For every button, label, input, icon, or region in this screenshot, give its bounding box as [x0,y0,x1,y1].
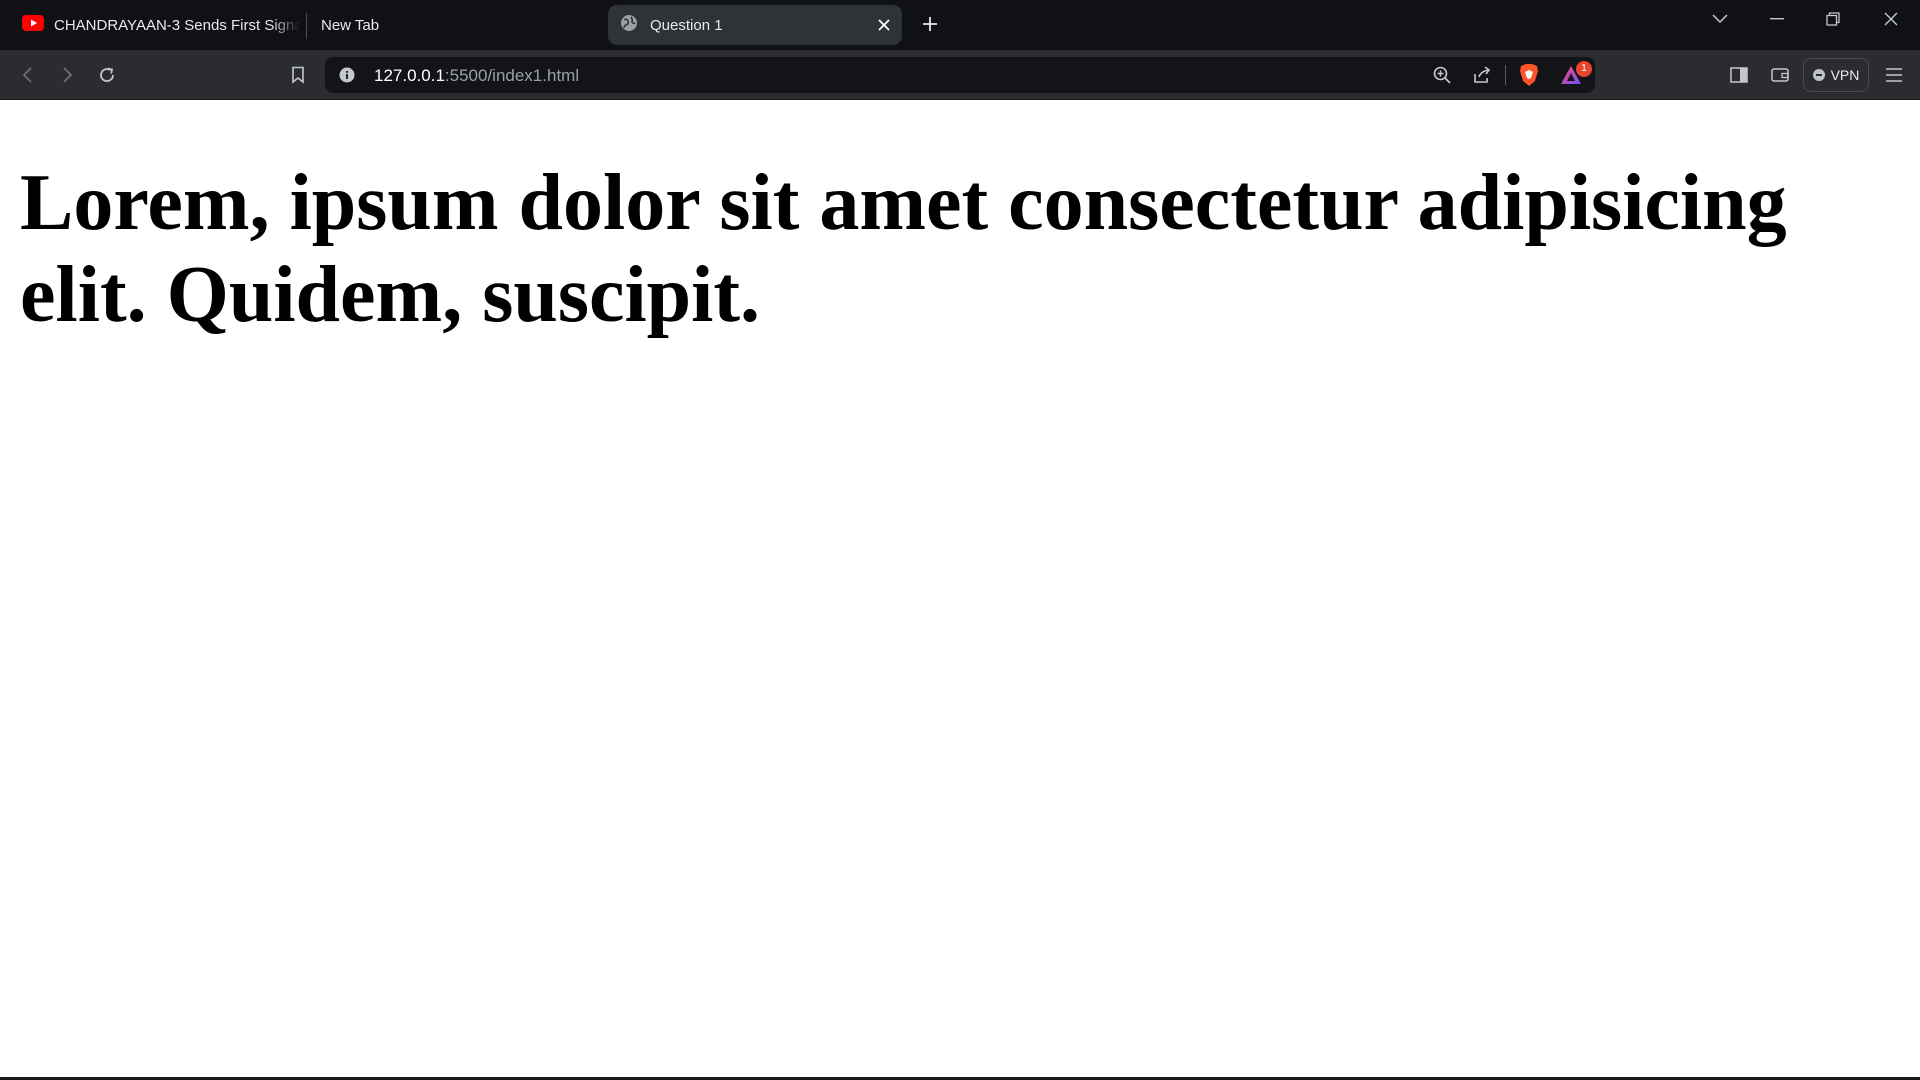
tab-search-button[interactable] [1700,6,1740,32]
close-icon [1884,12,1898,26]
sidebar-icon [1730,67,1748,83]
restore-button[interactable] [1813,6,1853,32]
page-heading: Lorem, ipsum dolor sit amet consectetur … [20,159,1787,339]
sidebar-toggle-button[interactable] [1727,63,1751,87]
notification-badge: 1 [1576,61,1592,77]
globe-icon [620,14,638,36]
vpn-label: VPN [1830,67,1860,83]
plus-icon [923,17,937,31]
vpn-button[interactable]: VPN [1803,58,1869,92]
toolbar: 127.0.0.1:5500/index1.html VPN [0,50,1920,100]
back-button[interactable] [16,63,40,87]
tab-youtube[interactable]: CHANDRAYAAN-3 Sends First Signal [0,5,300,45]
close-tab-icon[interactable] [874,15,894,35]
site-info-icon[interactable] [339,67,355,88]
reload-icon [100,67,114,82]
address-bar[interactable]: 127.0.0.1:5500/index1.html [325,57,1595,93]
tab-title: Question 1 [650,16,723,34]
tab-title: New Tab [321,16,380,34]
vpn-status-icon [1812,69,1825,81]
url-text[interactable]: 127.0.0.1:5500/index1.html [374,66,579,86]
tab-divider [306,13,307,39]
minimize-button[interactable] [1757,6,1797,32]
wallet-icon [1771,68,1789,82]
back-arrow-icon [22,67,32,83]
menu-button[interactable] [1882,63,1906,87]
bookmark-icon [292,66,304,84]
restore-icon [1826,12,1840,26]
brave-shields-icon[interactable] [1518,63,1540,92]
tab-question-1[interactable]: Question 1 [608,5,902,45]
close-window-button[interactable] [1871,6,1911,32]
forward-button[interactable] [55,63,79,87]
chevron-down-icon [1712,14,1728,24]
tab-strip: CHANDRAYAAN-3 Sends First Signal New Tab… [0,0,1920,50]
share-icon[interactable] [1472,65,1492,90]
youtube-icon [22,15,44,35]
omnibox-divider [1505,65,1506,85]
tab-title: CHANDRAYAAN-3 Sends First Signal [54,16,300,34]
minimize-icon [1770,18,1784,20]
page-viewport: Lorem, ipsum dolor sit amet consectetur … [0,101,1920,1077]
hamburger-menu-icon [1886,68,1902,82]
forward-arrow-icon [63,67,73,83]
url-path: :5500/index1.html [444,66,580,85]
tab-new-tab[interactable]: New Tab [308,5,598,45]
wallet-button[interactable] [1768,63,1792,87]
reload-button[interactable] [95,63,119,87]
bookmark-button[interactable] [286,63,310,87]
zoom-icon[interactable] [1432,65,1452,90]
new-tab-button[interactable] [918,12,942,36]
url-host: 127.0.0.1 [374,66,445,85]
